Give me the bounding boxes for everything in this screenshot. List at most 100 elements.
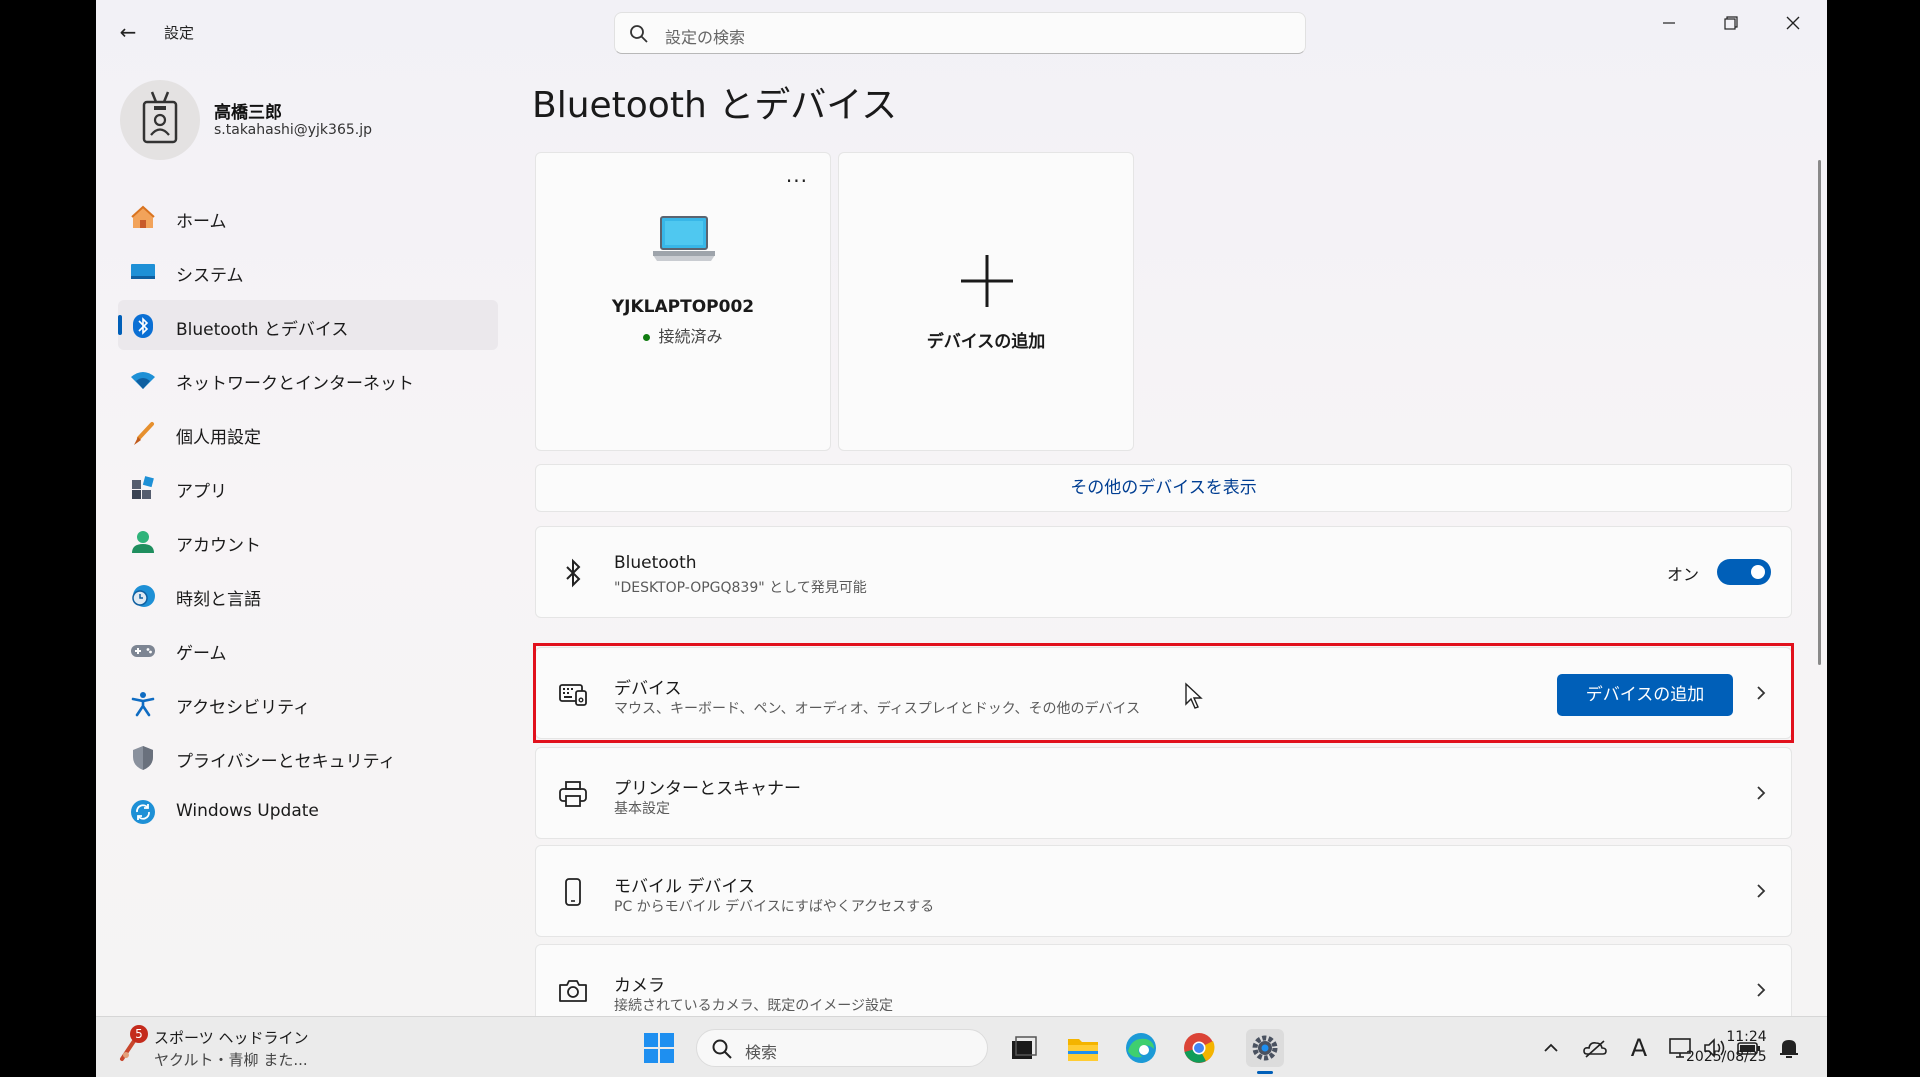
task-view-icon[interactable] [1004, 1029, 1042, 1067]
sidebar-item-label: アクセシビリティ [176, 698, 311, 718]
edge-browser-icon[interactable] [1122, 1029, 1160, 1067]
file-explorer-icon[interactable] [1064, 1029, 1102, 1067]
bluetooth-row: Bluetooth "DESKTOP-OPGQ839" として発見可能 オン [535, 526, 1792, 618]
devices-subtitle: マウス、キーボード、ペン、オーディオ、ディスプレイとドック、その他のデバイス [614, 701, 1141, 717]
camera-icon [559, 980, 587, 1002]
onedrive-offline-icon[interactable] [1582, 1035, 1608, 1061]
back-arrow-icon[interactable]: ← [116, 20, 140, 44]
restore-icon[interactable] [1708, 6, 1754, 40]
taskbar-search-placeholder: 検索 [745, 1043, 778, 1062]
devices-row[interactable]: デバイス マウス、キーボード、ペン、オーディオ、ディスプレイとドック、その他のデ… [535, 647, 1792, 739]
toggle-knob [1751, 565, 1765, 579]
sidebar-item-system[interactable]: システム [118, 246, 498, 296]
add-device-button[interactable]: デバイスの追加 [1557, 674, 1733, 716]
sidebar-item-label: Windows Update [176, 801, 319, 821]
avatar[interactable] [120, 80, 200, 160]
screen: ← 設定 設定の検索 高橋三郎 s.takahashi@yjk365.jp ホー… [96, 0, 1827, 1077]
sidebar-item-gaming[interactable]: ゲーム [118, 624, 498, 674]
close-icon[interactable] [1770, 6, 1816, 40]
sidebar-item-home[interactable]: ホーム [118, 192, 498, 242]
printers-row[interactable]: プリンターとスキャナー 基本設定 [535, 747, 1792, 839]
chevron-up-icon[interactable] [1538, 1035, 1564, 1061]
laptop-icon [653, 216, 715, 261]
bluetooth-icon [566, 558, 581, 588]
bluetooth-toggle[interactable] [1717, 559, 1771, 585]
mobile-devices-row[interactable]: モバイル デバイス PC からモバイル デバイスにすばやくアクセスする [535, 845, 1792, 937]
taskbar-search-input[interactable]: 検索 [696, 1029, 988, 1067]
sidebar-nav: ホーム システム Bluetooth とデバイス ネットワークとインターネット … [118, 192, 498, 840]
device-card[interactable]: ... YJKLAPTOP002 接続済み [535, 152, 831, 451]
mobile-title: モバイル デバイス [614, 877, 755, 897]
chevron-right-icon[interactable] [1751, 879, 1771, 903]
news-headline: スポーツ ヘッドライン [154, 1029, 309, 1047]
bluetooth-subtitle: "DESKTOP-OPGQ839" として発見可能 [614, 580, 867, 596]
notification-badge: 5 [130, 1025, 148, 1043]
windows-start-icon[interactable] [640, 1029, 678, 1067]
sidebar-item-windows-update[interactable]: Windows Update [118, 786, 498, 836]
mouse-cursor-icon [1185, 682, 1203, 709]
sidebar-item-label: ゲーム [176, 644, 227, 664]
devices-title: デバイス [614, 679, 682, 699]
update-icon [131, 800, 155, 824]
user-email: s.takahashi@yjk365.jp [214, 122, 372, 138]
sidebar-item-bluetooth[interactable]: Bluetooth とデバイス [118, 300, 498, 350]
more-options-icon[interactable]: ... [786, 163, 808, 187]
news-subline: ヤクルト・青柳 また... [154, 1051, 308, 1069]
page-title: Bluetooth とデバイス [532, 85, 898, 126]
sidebar-item-network[interactable]: ネットワークとインターネット [118, 354, 498, 404]
sidebar-item-label: システム [176, 266, 244, 286]
system-icon [131, 264, 155, 279]
settings-gear-icon[interactable] [1246, 1029, 1284, 1067]
chevron-right-icon[interactable] [1751, 681, 1771, 705]
shield-icon [133, 746, 153, 770]
search-icon [630, 25, 648, 43]
sidebar-item-personalization[interactable]: 個人用設定 [118, 408, 498, 458]
notification-bell-icon[interactable] [1776, 1035, 1802, 1061]
wifi-icon [131, 372, 155, 389]
sidebar-item-label: アプリ [176, 482, 227, 502]
minimize-icon[interactable] [1646, 6, 1692, 40]
home-icon [131, 205, 155, 228]
settings-search-input[interactable]: 設定の検索 [614, 12, 1306, 54]
device-name: YJKLAPTOP002 [611, 297, 755, 317]
sidebar-item-label: ネットワークとインターネット [176, 374, 414, 394]
add-device-card[interactable]: デバイスの追加 [838, 152, 1134, 451]
sidebar-item-apps[interactable]: アプリ [118, 462, 498, 512]
bluetooth-title: Bluetooth [614, 553, 697, 573]
badge-avatar-icon [142, 91, 178, 144]
plus-icon [961, 255, 1013, 307]
scrollbar[interactable] [1818, 160, 1821, 665]
chevron-right-icon[interactable] [1751, 781, 1771, 805]
sidebar-item-label: プライバシーとセキュリティ [176, 752, 396, 772]
sidebar-item-privacy[interactable]: プライバシーとセキュリティ [118, 732, 498, 782]
brush-icon [134, 422, 154, 445]
sidebar-item-accessibility[interactable]: アクセシビリティ [118, 678, 498, 728]
active-indicator [118, 315, 122, 335]
search-icon [712, 1039, 732, 1059]
sidebar-item-label: 個人用設定 [176, 428, 261, 448]
chevron-right-icon[interactable] [1751, 978, 1771, 1002]
sidebar-item-label: ホーム [176, 212, 227, 232]
printer-icon [559, 781, 587, 807]
sidebar-item-time-language[interactable]: 時刻と言語 [118, 570, 498, 620]
chrome-browser-icon[interactable] [1180, 1029, 1218, 1067]
search-placeholder: 設定の検索 [665, 28, 746, 47]
system-clock[interactable]: 11:24 2025/08/25 [1686, 1027, 1767, 1067]
camera-subtitle: 接続されているカメラ、既定のイメージ設定 [614, 998, 894, 1014]
printers-title: プリンターとスキャナー [614, 779, 801, 799]
taskbar: 5 スポーツ ヘッドライン ヤクルト・青柳 また... 検索 A 11:24 2… [96, 1016, 1827, 1077]
mobile-subtitle: PC からモバイル デバイスにすばやくアクセスする [614, 899, 935, 915]
sidebar-item-accounts[interactable]: アカウント [118, 516, 498, 566]
device-status-text: 接続済み [658, 327, 723, 346]
account-icon [132, 531, 154, 553]
gamepad-icon [131, 645, 155, 657]
clock-time: 11:24 [1726, 1029, 1767, 1045]
clock-date: 2025/08/25 [1686, 1049, 1767, 1065]
show-more-devices-link[interactable]: その他のデバイスを表示 [535, 464, 1792, 512]
settings-window: ← 設定 設定の検索 高橋三郎 s.takahashi@yjk365.jp ホー… [96, 0, 1827, 1036]
keyboard-device-icon [559, 684, 587, 706]
ime-indicator[interactable]: A [1626, 1035, 1652, 1061]
app-title: 設定 [164, 24, 195, 42]
bluetooth-icon [133, 314, 153, 338]
device-status: 接続済み [536, 323, 830, 347]
